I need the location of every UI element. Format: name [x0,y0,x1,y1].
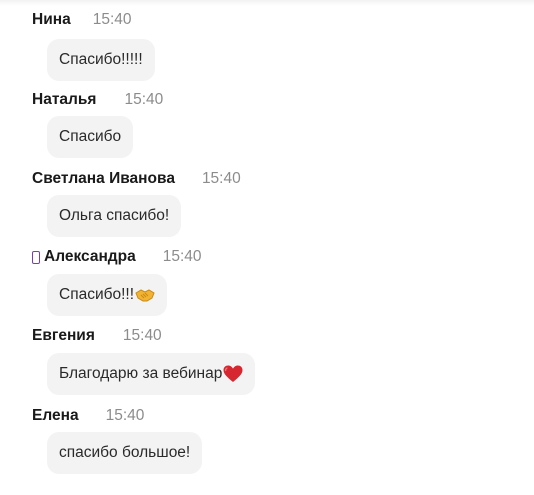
message-text: спасибо большое! [59,444,191,461]
message-text: Спасибо!!!!! [59,51,143,68]
message-text: Ольга спасибо! [59,207,170,224]
message-time: 15:40 [105,407,145,424]
message-bubble[interactable]: Благодарю за вебинар [47,353,256,395]
message-bubble[interactable]: Спасибо!!! [47,274,168,316]
message-text: Благодарю за вебинар [59,365,223,382]
scroll-fade [0,0,534,6]
mobile-phone-icon [32,250,40,264]
red-heart-icon [223,365,243,383]
message-time: 15:40 [124,91,164,108]
message-author[interactable]: Елена [32,407,79,425]
message-author[interactable]: Наталья [32,91,96,109]
message-header: Светлана Иванова 15:40 [32,168,241,190]
handshake-icon [135,287,155,303]
message-author[interactable]: Евгения [32,327,95,345]
message-header: Евгения 15:40 [32,325,162,347]
message-header: Наталья 15:40 [32,89,163,111]
message-header: Елена 15:40 [32,405,144,427]
message-bubble[interactable]: Спасибо!!!!! [47,39,155,81]
message-time: 15:40 [162,248,202,265]
message-time: 15:40 [201,170,241,187]
message-time: 15:40 [122,327,162,344]
message-bubble[interactable]: Спасибо [47,116,134,158]
message-author[interactable]: Светлана Иванова [32,170,175,188]
message-header: Нина 15:40 [32,9,132,31]
message-bubble[interactable]: спасибо большое! [47,432,203,474]
message-time: 15:40 [92,11,132,28]
message-author[interactable]: Нина [32,11,71,29]
message-author[interactable]: Александра [44,248,136,266]
message-text: Спасибо [59,128,122,145]
message-header: Александра 15:40 [32,246,202,268]
message-bubble[interactable]: Ольга спасибо! [47,195,182,237]
message-text: Спасибо!!! [59,286,135,303]
